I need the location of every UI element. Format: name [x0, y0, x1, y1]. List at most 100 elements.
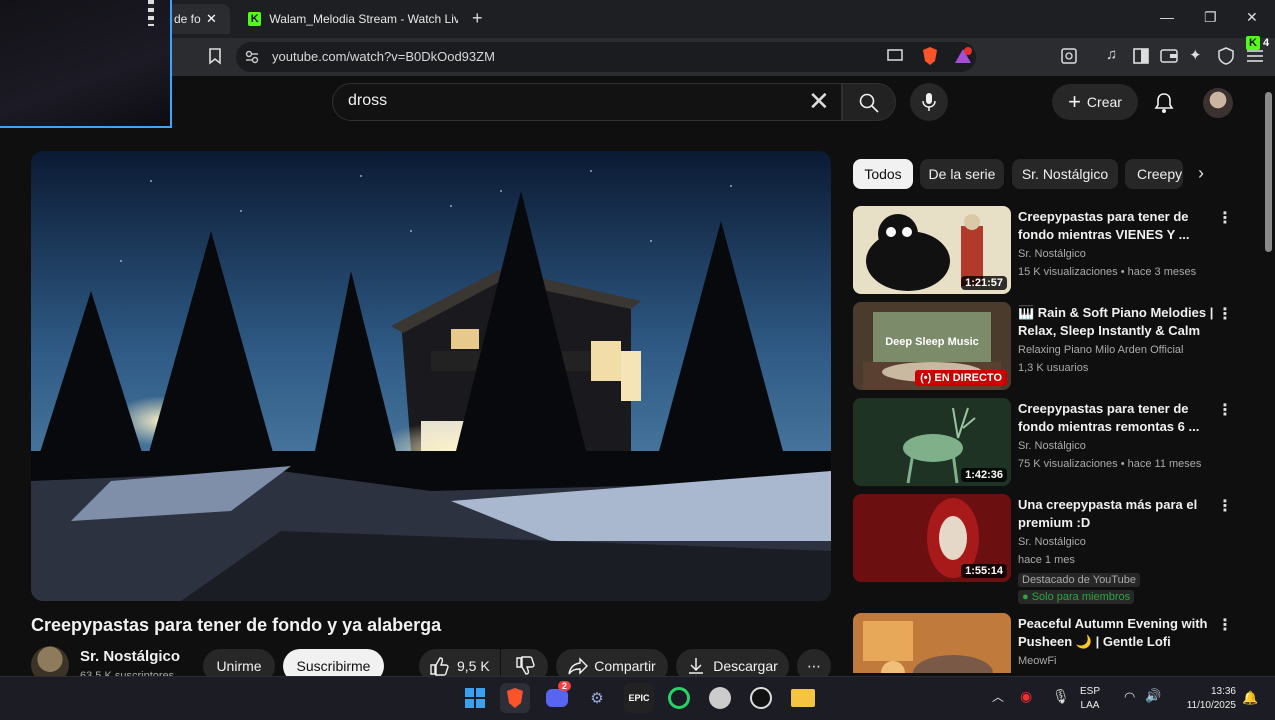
search-input[interactable]: dross [348, 92, 387, 110]
site-settings-icon[interactable] [245, 50, 259, 64]
thumbs-down-icon [515, 656, 535, 675]
video-thumbnail[interactable]: Deep Sleep Music (•) EN DIRECTO [853, 302, 1011, 390]
video-title[interactable]: Creepypastas para tener de fondo mientra… [1018, 208, 1214, 244]
brave-browser-icon[interactable] [500, 683, 530, 713]
chip-creepy[interactable]: Creepy [1125, 159, 1183, 189]
like-count: 9,5 K [457, 658, 490, 674]
recommended-video[interactable]: 1:42:36 Creepypastas para tener de fondo… [853, 398, 1253, 486]
clear-search-icon[interactable]: ✕ [808, 88, 830, 114]
notifications-bell-icon[interactable] [1154, 92, 1174, 114]
more-vertical-icon[interactable]: ⋮ [1217, 400, 1233, 420]
brave-logo [507, 688, 523, 708]
video-meta: 1,3 K usuarios [1018, 362, 1089, 374]
wallet-icon[interactable] [1160, 48, 1178, 64]
chevron-right-icon[interactable]: › [1198, 163, 1204, 184]
obs-icon[interactable] [746, 683, 776, 713]
maximize-button[interactable]: ❐ [1204, 9, 1217, 26]
recommended-video[interactable]: Deep Sleep Music (•) EN DIRECTO 🎹 Rain &… [853, 302, 1253, 390]
music-icon[interactable]: ♫ [1106, 46, 1117, 63]
chip-sr-nostalgico[interactable]: Sr. Nostálgico [1012, 159, 1118, 189]
download-icon [689, 658, 704, 674]
vpn-shield-icon[interactable] [1218, 47, 1234, 65]
discord-icon[interactable]: 2 [542, 681, 572, 713]
obs-logo [750, 687, 772, 709]
video-title[interactable]: Creepypastas para tener de fondo mientra… [1018, 400, 1214, 436]
more-vertical-icon[interactable]: ⋮ [1217, 304, 1233, 324]
video-thumbnail[interactable]: 1:55:14 [853, 494, 1011, 582]
channel-name[interactable]: Sr. Nostálgico [1018, 536, 1086, 548]
cast-icon[interactable] [887, 49, 905, 63]
video-title[interactable]: Una creepypasta más para el premium :D [1018, 496, 1214, 532]
input-language[interactable]: ESP LAA [1080, 685, 1100, 713]
layout-code: LAA [1080, 700, 1100, 711]
tray-microphone-icon[interactable]: 🎙 [1052, 688, 1070, 705]
more-vertical-icon[interactable]: ⋮ [1217, 615, 1233, 635]
scrollbar-thumb[interactable] [1265, 92, 1272, 252]
video-thumbnail[interactable] [853, 613, 1011, 673]
chip-de-la-serie[interactable]: De la serie [920, 159, 1004, 189]
kick-count: 4 [1263, 37, 1270, 49]
featured-badge: Destacado de YouTube [1018, 573, 1140, 587]
clock[interactable]: 13:36 11/10/2025 [1176, 685, 1236, 713]
recommended-video[interactable]: 1:21:57 Creepypastas para tener de fondo… [853, 206, 1253, 294]
windows-start-icon[interactable] [460, 683, 490, 713]
create-button[interactable]: + Crear [1052, 84, 1138, 120]
epic-games-icon[interactable]: EPIC [624, 683, 654, 713]
tab-title: de fo [174, 12, 201, 26]
file-explorer-icon[interactable] [788, 683, 818, 713]
discord-badge: 2 [558, 681, 572, 691]
recommended-video[interactable]: 1:55:14 Una creepypasta más para el prem… [853, 494, 1253, 582]
menu-icon[interactable] [1246, 49, 1264, 63]
leo-ai-icon[interactable]: ✦ [1189, 46, 1202, 64]
language-code: ESP [1080, 686, 1101, 697]
channel-name[interactable]: MeowFi [1018, 655, 1057, 667]
wifi-icon[interactable]: ◠ [1124, 689, 1135, 705]
more-vertical-icon[interactable]: ⋮ [1217, 496, 1233, 516]
reader-mode-icon[interactable] [1060, 47, 1078, 65]
recommended-video[interactable]: Peaceful Autumn Evening with Pusheen 🌙 |… [853, 613, 1253, 673]
sidebar-icon[interactable] [1133, 48, 1149, 64]
video-title[interactable]: Peaceful Autumn Evening with Pusheen 🌙 |… [1018, 615, 1214, 651]
channel-name[interactable]: Relaxing Piano Milo Arden Official [1018, 344, 1184, 356]
channel-name[interactable]: Sr. Nostálgico [1018, 440, 1086, 452]
app-icon[interactable] [705, 683, 735, 713]
channel-name[interactable]: Sr. Nostálgico [1018, 248, 1086, 260]
plus-icon: + [1068, 89, 1081, 114]
tab-youtube[interactable]: de fo [168, 4, 230, 34]
minimize-button[interactable]: — [1160, 9, 1174, 25]
video-thumbnail[interactable]: 1:21:57 [853, 206, 1011, 294]
video-duration: 1:42:36 [961, 468, 1007, 482]
whatsapp-icon[interactable] [664, 683, 694, 713]
tray-app-icon[interactable]: ◉ [1020, 688, 1032, 705]
search-box[interactable] [332, 83, 842, 121]
share-label: Compartir [594, 658, 656, 674]
account-avatar[interactable] [1203, 88, 1233, 118]
channel-name[interactable]: Sr. Nostálgico [80, 648, 180, 665]
tab-title: Walam_Melodia Stream - Watch Live [269, 12, 458, 26]
brave-rewards-icon[interactable] [953, 47, 973, 65]
volume-icon[interactable]: 🔊 [1145, 688, 1161, 704]
video-title[interactable]: 🎹 Rain & Soft Piano Melodies | Relax, Sl… [1018, 304, 1214, 340]
steam-icon[interactable]: ⚙ [582, 683, 612, 713]
kick-extension[interactable]: K 4 [1246, 36, 1269, 50]
tab-kick-stream[interactable]: K Walam_Melodia Stream - Watch Live [240, 4, 458, 34]
bookmark-icon[interactable] [207, 47, 223, 65]
brave-shields-icon[interactable] [921, 46, 939, 66]
video-duration: 1:55:14 [961, 564, 1007, 578]
windows-logo [465, 688, 485, 708]
close-tab-icon[interactable]: ✕ [206, 11, 217, 27]
close-window-button[interactable]: ✕ [1246, 9, 1258, 26]
new-tab-button[interactable]: + [472, 8, 483, 29]
video-title: Creepypastas para tener de fondo y ya al… [31, 615, 442, 635]
voice-search-button[interactable] [910, 83, 948, 121]
video-player[interactable] [31, 151, 831, 601]
notification-bell-icon[interactable]: 🔔 [1242, 690, 1258, 706]
thumbnail-text: Deep Sleep Music [885, 336, 979, 348]
video-thumbnail[interactable]: 1:42:36 [853, 398, 1011, 486]
tray-chevron-icon[interactable]: ︿ [992, 688, 1004, 705]
discord-logo [546, 689, 568, 707]
webcam-overlay [0, 0, 172, 128]
more-vertical-icon[interactable]: ⋮ [1217, 208, 1233, 228]
chip-todos[interactable]: Todos [853, 159, 913, 189]
search-button[interactable] [842, 83, 896, 121]
